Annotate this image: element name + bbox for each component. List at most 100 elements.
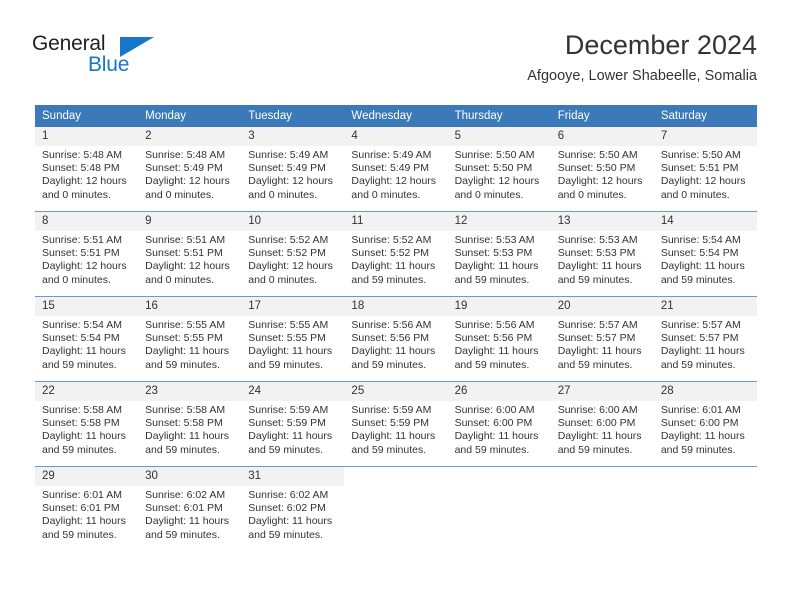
day-cell-inner: 5 Sunrise: 5:50 AM Sunset: 5:50 PM Daylight… [447, 127, 551, 211]
day-sunrise-text: Sunrise: 5:52 AM [351, 234, 432, 246]
day-sunrise-text: Sunrise: 5:49 AM [351, 149, 432, 161]
calendar-day-cell[interactable]: 1 Sunrise: 5:48 AM Sunset: 5:48 PM Daylight… [35, 127, 139, 212]
day-sunrise-text: Sunrise: 5:59 AM [248, 404, 329, 416]
day-sun-info [344, 486, 447, 489]
day-sunset-text: Sunset: 5:50 PM [557, 162, 636, 175]
calendar-week-row: 1 Sunrise: 5:48 AM Sunset: 5:48 PM Daylight… [35, 127, 757, 212]
day-daylight-line1-text: Daylight: 12 hours [145, 175, 230, 188]
calendar-day-cell[interactable]: 23 Sunrise: 5:58 AM Sunset: 5:58 PM Dayligh… [138, 381, 242, 467]
calendar-body: 1 Sunrise: 5:48 AM Sunset: 5:48 PM Daylight… [35, 127, 757, 551]
day-daylight-line2-text: and 0 minutes. [42, 273, 111, 286]
calendar-day-cell[interactable]: 27 Sunrise: 6:00 AM Sunset: 6:00 PM Dayligh… [550, 381, 654, 467]
calendar-day-cell[interactable]: 28 Sunrise: 6:01 AM Sunset: 6:00 PM Dayligh… [653, 381, 757, 467]
calendar-day-cell[interactable]: 20 Sunrise: 5:57 AM Sunset: 5:57 PM Dayligh… [550, 296, 654, 382]
day-cell-inner: 23 Sunrise: 5:58 AM Sunset: 5:58 PM Dayligh… [138, 382, 242, 466]
day-sunset-text: Sunset: 5:52 PM [351, 247, 430, 260]
day-number: 18 [344, 297, 448, 316]
day-number: 20 [550, 297, 654, 316]
day-sunrise-text: Sunrise: 6:00 AM [557, 404, 638, 416]
day-number: 7 [653, 127, 757, 146]
day-number: 30 [138, 467, 242, 486]
calendar-day-cell[interactable]: 5 Sunrise: 5:50 AM Sunset: 5:50 PM Daylight… [447, 127, 551, 212]
day-cell-inner: 9 Sunrise: 5:51 AM Sunset: 5:51 PM Daylight… [138, 212, 242, 296]
day-daylight-line2-text: and 59 minutes. [454, 443, 530, 456]
day-number: 27 [550, 382, 654, 401]
calendar-day-cell[interactable]: 4 Sunrise: 5:49 AM Sunset: 5:49 PM Daylight… [344, 127, 448, 212]
day-cell-inner: 7 Sunrise: 5:50 AM Sunset: 5:51 PM Daylight… [653, 127, 757, 211]
day-sunset-text: Sunset: 6:01 PM [42, 502, 120, 515]
day-sunset-text: Sunset: 5:53 PM [557, 247, 636, 260]
day-number: 28 [653, 382, 757, 401]
calendar-day-cell[interactable]: 22 Sunrise: 5:58 AM Sunset: 5:58 PM Dayligh… [35, 381, 139, 467]
calendar-day-cell[interactable]: 17 Sunrise: 5:55 AM Sunset: 5:55 PM Dayligh… [241, 296, 345, 382]
calendar-day-cell[interactable]: 3 Sunrise: 5:49 AM Sunset: 5:49 PM Daylight… [241, 127, 345, 212]
day-number: 24 [241, 382, 345, 401]
day-cell-inner: 14 Sunrise: 5:54 AM Sunset: 5:54 PM Dayligh… [653, 212, 757, 296]
day-sun-info: Sunrise: 5:52 AM Sunset: 5:52 PM Daylight:… [241, 231, 344, 287]
day-sunrise-text: Sunrise: 5:53 AM [557, 234, 638, 246]
calendar-day-cell[interactable]: 26 Sunrise: 6:00 AM Sunset: 6:00 PM Dayligh… [447, 381, 551, 467]
calendar-day-cell[interactable]: 21 Sunrise: 5:57 AM Sunset: 5:57 PM Dayligh… [653, 296, 757, 382]
weekday-header-tuesday: Tuesday [241, 105, 345, 127]
day-cell-inner: 18 Sunrise: 5:56 AM Sunset: 5:56 PM Dayligh… [344, 297, 448, 381]
day-number [654, 467, 757, 486]
day-cell-inner: 22 Sunrise: 5:58 AM Sunset: 5:58 PM Dayligh… [35, 382, 139, 466]
day-sunset-text: Sunset: 5:54 PM [660, 247, 739, 260]
calendar-day-cell[interactable]: 29 Sunrise: 6:01 AM Sunset: 6:01 PM Dayligh… [35, 466, 139, 551]
calendar-day-cell[interactable]: 30 Sunrise: 6:02 AM Sunset: 6:01 PM Dayligh… [138, 466, 242, 551]
day-number: 2 [138, 127, 242, 146]
day-number: 23 [138, 382, 242, 401]
day-sun-info: Sunrise: 5:49 AM Sunset: 5:49 PM Daylight:… [241, 146, 344, 202]
day-daylight-line2-text: and 0 minutes. [42, 188, 111, 201]
day-daylight-line2-text: and 59 minutes. [557, 443, 633, 456]
day-number [344, 467, 447, 486]
day-daylight-line2-text: and 59 minutes. [42, 443, 117, 456]
day-daylight-line1-text: Daylight: 12 hours [145, 260, 230, 273]
day-sun-info: Sunrise: 6:02 AM Sunset: 6:01 PM Daylight:… [138, 486, 241, 542]
calendar-day-cell[interactable]: 16 Sunrise: 5:55 AM Sunset: 5:55 PM Dayligh… [138, 296, 242, 382]
day-daylight-line2-text: and 59 minutes. [145, 528, 220, 541]
weekday-header-thursday: Thursday [447, 105, 551, 127]
day-daylight-line1-text: Daylight: 11 hours [145, 515, 229, 528]
day-daylight-line2-text: and 0 minutes. [454, 188, 524, 201]
day-sun-info: Sunrise: 6:00 AM Sunset: 6:00 PM Daylight:… [448, 401, 551, 457]
day-daylight-line2-text: and 59 minutes. [351, 443, 427, 456]
day-daylight-line1-text: Daylight: 11 hours [454, 345, 539, 358]
day-sun-info: Sunrise: 5:50 AM Sunset: 5:50 PM Daylight:… [448, 146, 551, 202]
calendar-day-cell[interactable]: 18 Sunrise: 5:56 AM Sunset: 5:56 PM Dayligh… [344, 296, 448, 382]
calendar-day-cell[interactable]: 14 Sunrise: 5:54 AM Sunset: 5:54 PM Dayligh… [653, 211, 757, 297]
calendar-day-cell[interactable]: 12 Sunrise: 5:53 AM Sunset: 5:53 PM Dayligh… [447, 211, 551, 297]
calendar-day-cell[interactable]: 7 Sunrise: 5:50 AM Sunset: 5:51 PM Daylight… [653, 127, 757, 212]
day-sunrise-text: Sunrise: 5:49 AM [248, 149, 329, 161]
weekday-header-sunday: Sunday [35, 105, 139, 127]
day-sunrise-text: Sunrise: 5:50 AM [454, 149, 535, 161]
day-number: 31 [241, 467, 345, 486]
day-sunrise-text: Sunrise: 5:58 AM [42, 404, 122, 416]
calendar-day-cell[interactable]: 9 Sunrise: 5:51 AM Sunset: 5:51 PM Daylight… [138, 211, 242, 297]
day-sunset-text: Sunset: 5:54 PM [42, 332, 120, 345]
calendar-day-cell[interactable]: 2 Sunrise: 5:48 AM Sunset: 5:49 PM Daylight… [138, 127, 242, 212]
day-daylight-line1-text: Daylight: 12 hours [248, 175, 333, 188]
day-sunrise-text: Sunrise: 5:56 AM [351, 319, 432, 331]
calendar-day-cell[interactable]: 13 Sunrise: 5:53 AM Sunset: 5:53 PM Dayligh… [550, 211, 654, 297]
day-number: 6 [550, 127, 654, 146]
calendar-day-cell[interactable]: 25 Sunrise: 5:59 AM Sunset: 5:59 PM Dayligh… [344, 381, 448, 467]
day-sun-info: Sunrise: 5:51 AM Sunset: 5:51 PM Daylight:… [138, 231, 241, 287]
calendar-day-cell[interactable]: 31 Sunrise: 6:02 AM Sunset: 6:02 PM Dayligh… [241, 466, 345, 551]
day-daylight-line2-text: and 0 minutes. [660, 188, 730, 201]
day-sunrise-text: Sunrise: 5:57 AM [660, 319, 741, 331]
calendar-day-cell[interactable]: 19 Sunrise: 5:56 AM Sunset: 5:56 PM Dayligh… [447, 296, 551, 382]
day-daylight-line2-text: and 59 minutes. [454, 273, 530, 286]
calendar-day-cell[interactable]: 11 Sunrise: 5:52 AM Sunset: 5:52 PM Dayligh… [344, 211, 448, 297]
calendar-week-row: 29 Sunrise: 6:01 AM Sunset: 6:01 PM Dayligh… [35, 466, 757, 551]
calendar-day-cell[interactable]: 15 Sunrise: 5:54 AM Sunset: 5:54 PM Dayligh… [35, 296, 139, 382]
calendar-day-cell[interactable]: 24 Sunrise: 5:59 AM Sunset: 5:59 PM Dayligh… [241, 381, 345, 467]
calendar-day-cell[interactable]: 8 Sunrise: 5:51 AM Sunset: 5:51 PM Daylight… [35, 211, 139, 297]
calendar-day-cell[interactable]: 6 Sunrise: 5:50 AM Sunset: 5:50 PM Daylight… [550, 127, 654, 212]
day-daylight-line2-text: and 59 minutes. [660, 273, 736, 286]
page-title: December 2024 [564, 30, 757, 60]
calendar-day-cell[interactable]: 10 Sunrise: 5:52 AM Sunset: 5:52 PM Dayligh… [241, 211, 345, 297]
day-number: 14 [653, 212, 757, 231]
day-sun-info: Sunrise: 5:59 AM Sunset: 5:59 PM Daylight:… [344, 401, 447, 457]
day-cell-inner: 19 Sunrise: 5:56 AM Sunset: 5:56 PM Dayligh… [447, 297, 551, 381]
